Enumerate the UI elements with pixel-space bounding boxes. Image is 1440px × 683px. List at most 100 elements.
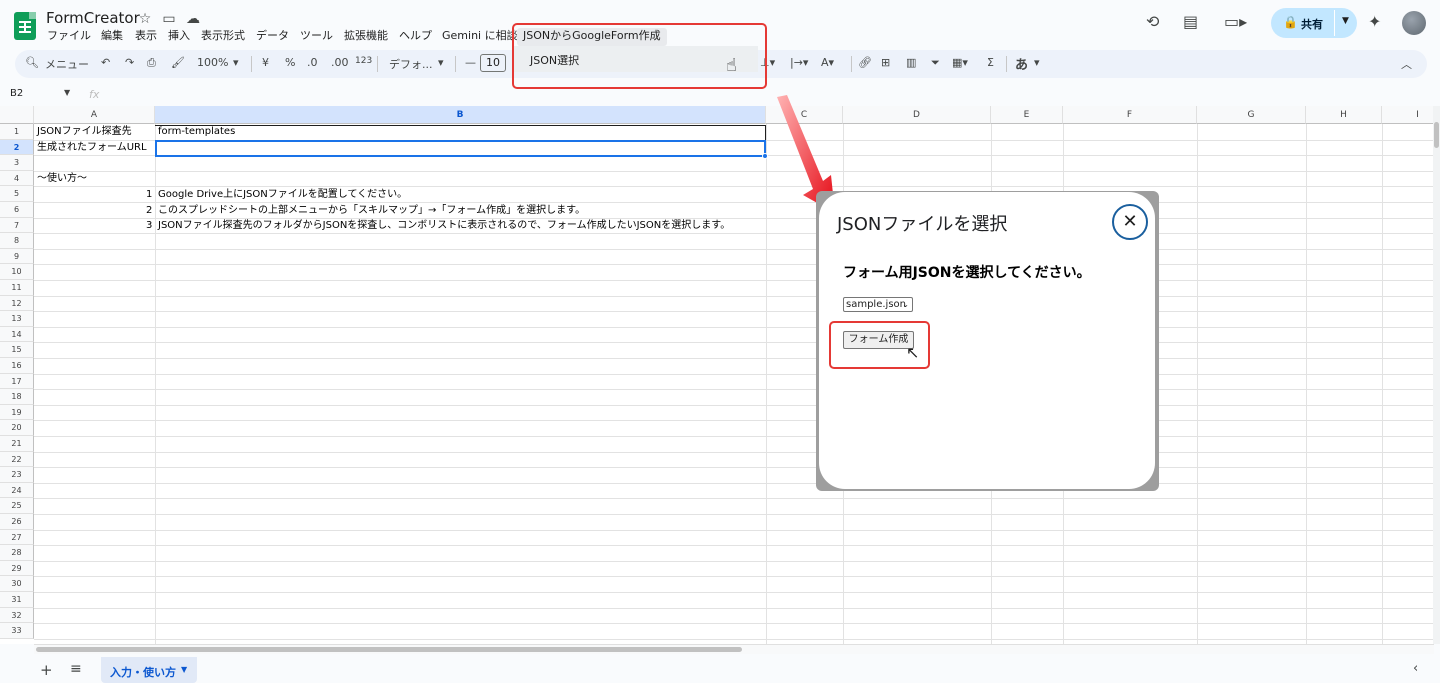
row-header[interactable]: 2 [0, 139, 34, 156]
cell-a1[interactable]: JSONファイル探査先 [37, 124, 132, 139]
row-header[interactable]: 27 [0, 529, 34, 546]
functions-icon[interactable]: Σ [987, 56, 994, 69]
column-header-i[interactable]: I [1382, 106, 1433, 124]
row-header[interactable]: 11 [0, 280, 34, 296]
row-header[interactable]: 14 [0, 326, 34, 343]
menu-file[interactable]: ファイル [41, 28, 97, 46]
fill-handle[interactable] [762, 153, 768, 159]
add-sheet-icon[interactable]: + [40, 661, 53, 679]
decrease-decimal-button[interactable]: .0 [307, 56, 318, 69]
share-button[interactable]: 🔒 共有 ▼ [1271, 8, 1357, 38]
menu-view[interactable]: 表示 [129, 28, 163, 46]
font-size-decrease-icon[interactable]: — [465, 56, 476, 69]
chevron-down-icon[interactable]: ▾ [1034, 56, 1040, 69]
move-folder-icon[interactable]: ▭ [160, 10, 178, 28]
row-header[interactable]: 31 [0, 592, 34, 608]
menu-gemini[interactable]: Gemini に相談 [436, 28, 524, 46]
row-header[interactable]: 23 [0, 467, 34, 483]
row-header[interactable]: 7 [0, 217, 34, 234]
chevron-down-icon[interactable]: ▾ [233, 56, 239, 69]
gemini-sparkle-icon[interactable]: ✦ [1368, 12, 1381, 31]
menu-help[interactable]: ヘルプ [393, 28, 438, 46]
chevron-down-icon[interactable]: ▾ [438, 56, 444, 69]
menu-data[interactable]: データ [250, 28, 295, 46]
column-header-b[interactable]: B [155, 106, 766, 124]
row-header[interactable]: 29 [0, 560, 34, 577]
filter-icon[interactable]: ⏷ [931, 56, 940, 70]
comment-icon[interactable]: ⊞ [881, 56, 890, 69]
row-header[interactable]: 32 [0, 607, 34, 624]
font-size-input[interactable]: 10 [480, 54, 506, 72]
undo-icon[interactable]: ↶ [101, 56, 110, 69]
cell-b7[interactable]: JSONファイル探査先のフォルダからJSONを探査し、コンボリストに表示されるの… [158, 218, 730, 233]
menu-insert[interactable]: 挿入 [162, 28, 196, 46]
selected-cell-b2[interactable] [155, 140, 766, 157]
meet-icon[interactable]: ▭▸ [1224, 12, 1247, 31]
increase-decimal-button[interactable]: .00 [331, 56, 349, 69]
row-header[interactable]: 5 [0, 186, 34, 202]
row-header[interactable]: 26 [0, 514, 34, 530]
redo-icon[interactable]: ↷ [125, 56, 134, 69]
column-header-a[interactable]: A [34, 106, 155, 124]
column-header-f[interactable]: F [1063, 106, 1197, 124]
cell-a6[interactable]: 2 [146, 203, 152, 218]
row-header[interactable]: 22 [0, 451, 34, 468]
row-header[interactable]: 25 [0, 498, 34, 514]
cell-a4[interactable]: 〜使い方〜 [37, 171, 87, 186]
link-icon[interactable]: 🔗︎ [858, 56, 872, 69]
chevron-left-icon[interactable]: ‹ [1413, 661, 1418, 676]
row-header[interactable]: 17 [0, 373, 34, 390]
scroll-thumb[interactable] [1434, 122, 1439, 148]
all-sheets-icon[interactable]: ≡ [70, 661, 82, 677]
row-header[interactable]: 28 [0, 545, 34, 561]
row-header[interactable]: 12 [0, 295, 34, 312]
scroll-thumb[interactable] [36, 647, 742, 652]
row-header[interactable]: 33 [0, 623, 34, 639]
row-header[interactable]: 1 [0, 124, 34, 140]
row-header[interactable]: 10 [0, 264, 34, 280]
row-header[interactable]: 13 [0, 311, 34, 327]
avatar[interactable] [1402, 11, 1426, 35]
row-header[interactable]: 4 [0, 170, 34, 187]
menu-search-label[interactable]: メニュー [45, 56, 89, 72]
spreadsheet-grid[interactable]: A B C D E F G H I 1 2 3 4 5 6 7 8 9 10 11 12 13 14 15 1… [0, 106, 1433, 644]
row-header[interactable]: 24 [0, 482, 34, 499]
row-header[interactable]: 15 [0, 342, 34, 358]
zoom-select[interactable]: 100% [197, 56, 228, 69]
menu-edit[interactable]: 編集 [95, 28, 129, 46]
row-header[interactable]: 19 [0, 404, 34, 421]
sheet-tab-active[interactable]: 入力・使い方 ▼ [101, 657, 197, 683]
cell-a5[interactable]: 1 [146, 187, 152, 202]
menu-format[interactable]: 表示形式 [195, 28, 251, 46]
sheets-logo-icon[interactable] [14, 12, 36, 40]
name-box[interactable]: B2 [10, 88, 23, 99]
input-tools-button[interactable]: あ [1015, 54, 1028, 73]
document-title[interactable]: FormCreator [46, 9, 140, 27]
font-select[interactable]: デフォ... [389, 56, 433, 72]
comments-icon[interactable]: ▤ [1183, 12, 1198, 31]
chevron-down-icon[interactable]: ▼ [64, 88, 70, 97]
filter-views-icon[interactable]: ▦▾ [952, 56, 968, 69]
cell-b6[interactable]: このスプレッドシートの上部メニューから「スキルマップ」→「フォーム作成」を選択し… [158, 203, 585, 218]
menu-extensions[interactable]: 拡張機能 [338, 28, 394, 46]
cell-a7[interactable]: 3 [146, 218, 152, 233]
row-header[interactable]: 30 [0, 576, 34, 592]
cell-b5[interactable]: Google Drive上にJSONファイルを配置してください。 [158, 187, 407, 202]
row-header[interactable]: 16 [0, 358, 34, 374]
column-header-d[interactable]: D [843, 106, 991, 124]
horizontal-scrollbar[interactable] [34, 644, 1434, 654]
row-header[interactable]: 6 [0, 202, 34, 218]
print-icon[interactable]: ⎙ [147, 56, 156, 70]
cloud-status-icon[interactable]: ☁ [184, 10, 202, 28]
text-rotation-icon[interactable]: A▾ [821, 56, 834, 69]
chevron-down-icon[interactable]: ▼ [1342, 16, 1349, 26]
star-icon[interactable]: ☆ [136, 10, 154, 28]
chevron-down-icon[interactable]: ▼ [181, 665, 187, 674]
chart-icon[interactable]: ▥ [906, 56, 916, 69]
cell-a2[interactable]: 生成されたフォームURL [37, 140, 147, 155]
column-header-e[interactable]: E [991, 106, 1063, 124]
history-icon[interactable]: ⟲ [1146, 12, 1159, 31]
paint-format-icon[interactable]: 🖌︎ [171, 56, 185, 69]
text-wrap-icon[interactable]: |→▾ [790, 56, 808, 69]
percent-format-button[interactable]: % [285, 56, 295, 69]
